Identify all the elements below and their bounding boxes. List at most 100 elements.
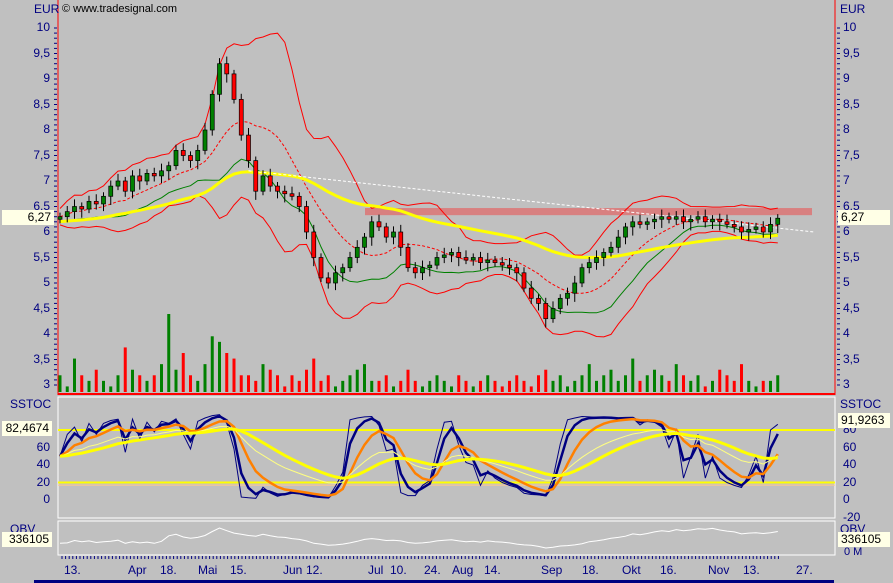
candle-body — [354, 246, 360, 258]
candle-body — [688, 218, 694, 223]
volume-bar — [406, 369, 410, 392]
date-label: 15. — [230, 563, 247, 577]
candle-body — [695, 216, 701, 220]
volume-bar — [544, 369, 548, 392]
price-tick-left: 7,5 — [33, 147, 50, 162]
candle-body — [362, 236, 367, 248]
date-label: 13. — [743, 563, 760, 577]
candle-body — [507, 264, 512, 269]
date-label: Jul — [368, 563, 384, 577]
candle-body — [717, 218, 723, 223]
volume-bar — [616, 380, 620, 392]
candle-body — [673, 216, 679, 220]
candle-body — [710, 218, 715, 223]
date-label: Apr — [128, 563, 147, 577]
volume-bar — [355, 369, 359, 392]
volume-bar — [421, 386, 424, 392]
candle-body — [543, 303, 549, 320]
volume-bar — [290, 375, 294, 392]
volume-bar — [334, 386, 337, 392]
volume-bar — [667, 380, 671, 392]
volume-bar — [312, 358, 316, 392]
price-tick-left: 10 — [36, 20, 50, 34]
candle-body — [572, 282, 578, 294]
sstoc-title-right: SSTOC — [840, 397, 882, 411]
candle-body — [304, 206, 309, 233]
candle-body — [231, 73, 237, 100]
candle-body — [333, 272, 338, 284]
volume-bar — [747, 380, 751, 392]
volume-bar — [94, 369, 98, 392]
price-tick-right: 3 — [843, 377, 850, 391]
candle-body — [514, 267, 520, 274]
price-tick-right: 4,5 — [843, 300, 860, 315]
candle-body — [739, 226, 744, 233]
candle-body — [630, 221, 636, 228]
volume-bar — [131, 369, 134, 392]
price-tick-left: 3,5 — [33, 351, 50, 366]
volume-bar — [268, 369, 272, 392]
volume-bar — [87, 380, 91, 392]
date-label: Mai — [198, 563, 218, 577]
candle-body — [760, 226, 766, 233]
volume-bar — [399, 380, 403, 392]
watermark: © www.tradesignal.com — [62, 3, 178, 15]
currency-label-left: EUR — [34, 2, 60, 16]
date-label: 12. — [306, 563, 323, 577]
volume-bar — [660, 375, 664, 392]
volume-bar — [377, 380, 381, 392]
sstoc-tick-left: 0 — [43, 492, 50, 506]
volume-bar — [152, 375, 156, 392]
chart-canvas — [54, 0, 840, 559]
candle-body — [463, 257, 469, 261]
candle-body — [528, 287, 534, 299]
volume-bar — [450, 386, 453, 392]
candle-body — [383, 226, 389, 238]
price-tick-left: 5 — [43, 275, 50, 289]
volume-bar — [631, 358, 635, 392]
volume-bar — [73, 358, 76, 392]
volume-bar — [638, 380, 642, 392]
candle-body — [391, 231, 396, 238]
price-tick-left: 6 — [43, 224, 50, 238]
date-label: Jun — [283, 563, 303, 577]
candle-body — [275, 185, 280, 192]
candle-body — [296, 195, 302, 207]
bollinger-upper — [59, 32, 778, 256]
last-price-right: 6,27 — [838, 210, 890, 225]
volume-bar — [174, 369, 178, 392]
volume-bar — [305, 369, 308, 392]
volume-bar — [776, 375, 780, 392]
price-tick-right: 5,5 — [843, 249, 860, 264]
candle-body — [565, 292, 570, 299]
volume-bar — [573, 380, 577, 392]
date-label: 10. — [390, 563, 407, 577]
volume-bar — [674, 364, 678, 392]
candle-body — [72, 206, 77, 212]
last-price-left: 6,27 — [2, 210, 54, 225]
candle-body — [594, 257, 599, 263]
volume-bar — [754, 386, 758, 392]
candle-body — [412, 267, 418, 274]
volume-bar — [471, 386, 475, 392]
date-label: 24. — [424, 563, 441, 577]
volume-bar — [225, 353, 229, 392]
candle-body — [347, 257, 353, 269]
price-tick-right: 6 — [843, 224, 850, 238]
date-label: 27. — [796, 563, 813, 577]
candle-body — [536, 297, 541, 304]
volume-bar — [711, 380, 714, 392]
candle-body — [434, 257, 440, 266]
sstoc-tick-right: 40 — [843, 457, 857, 471]
candle-body — [702, 216, 708, 223]
volume-bar — [196, 380, 200, 392]
resistance-zone — [365, 208, 812, 216]
date-label: 18. — [160, 563, 177, 577]
volume-bar — [123, 347, 127, 392]
price-tick-left: 7 — [43, 173, 50, 187]
price-tick-left: 9 — [43, 71, 50, 85]
obv-line — [59, 527, 778, 549]
candle-body — [586, 262, 592, 269]
candle-body — [579, 267, 585, 284]
candle-body — [151, 173, 157, 177]
